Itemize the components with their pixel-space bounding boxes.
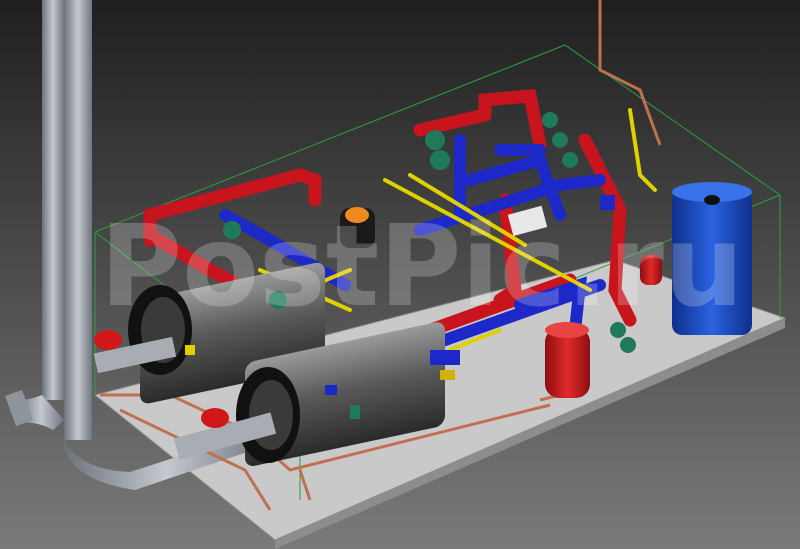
watermark: PostPic.ru — [100, 202, 744, 332]
expansion-tank — [545, 322, 590, 398]
piping-3d-scene: PostPic.ru — [0, 0, 800, 549]
